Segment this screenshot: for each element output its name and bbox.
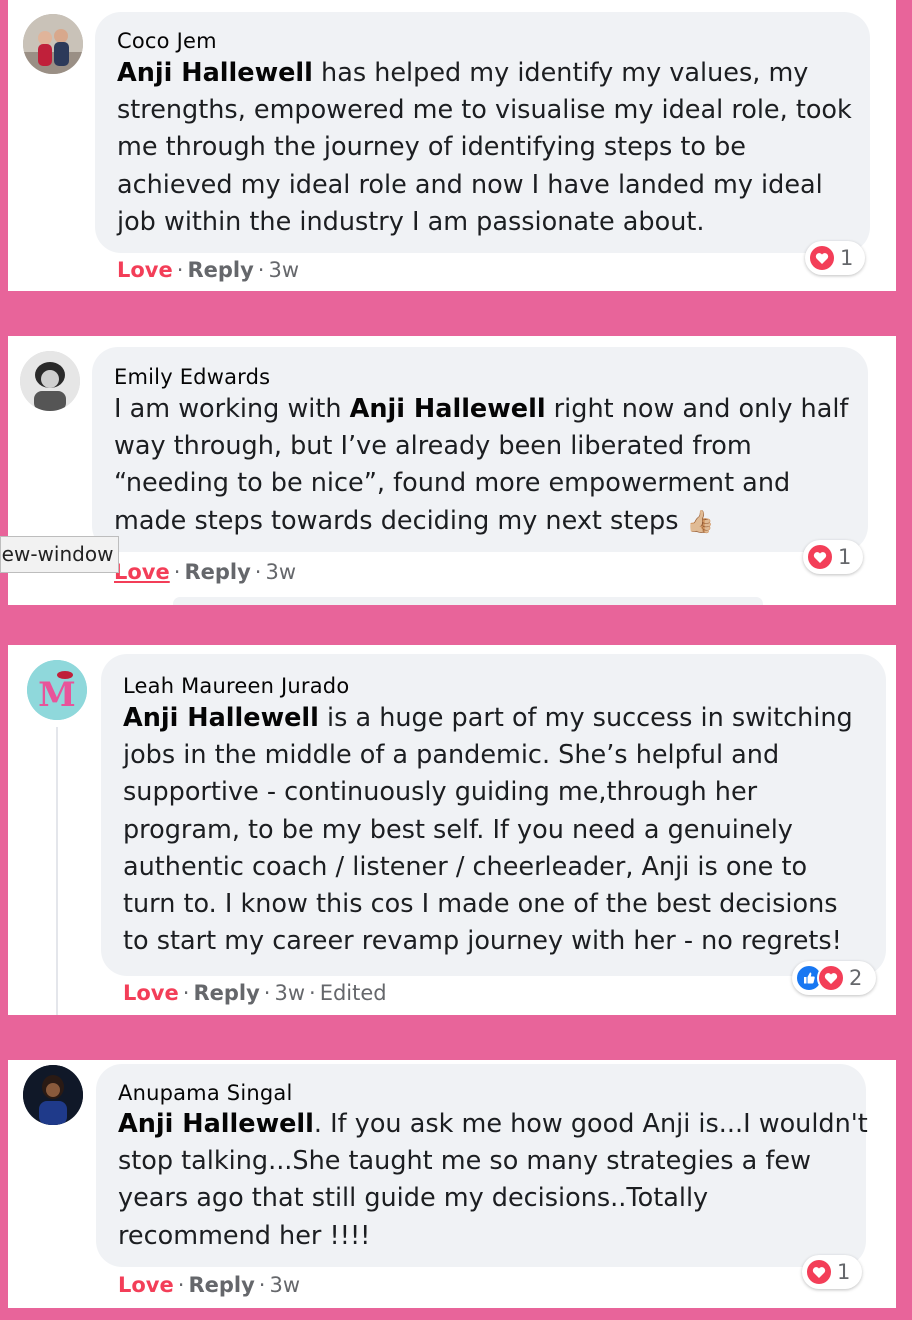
mention-link[interactable]: Anji Hallewell (350, 394, 546, 424)
avatar[interactable]: M (27, 660, 87, 720)
timestamp[interactable]: 3w (269, 1273, 300, 1297)
comment-author[interactable]: Leah Maureen Jurado (123, 674, 349, 698)
reaction-summary[interactable]: 1 (802, 1255, 862, 1289)
reaction-count: 2 (849, 966, 863, 990)
heart-icon (808, 244, 836, 272)
reaction-summary[interactable]: 2 (792, 961, 876, 995)
comment-text: Anji Hallewell has helped my identify my… (117, 58, 852, 237)
edited-label: Edited (319, 981, 387, 1005)
love-button[interactable]: Love (114, 560, 170, 584)
comment-actions: Love · Reply · 3w (114, 560, 297, 584)
comment-text: I am working with Anji Hallewell right n… (114, 394, 849, 536)
comment-author[interactable]: Coco Jem (117, 29, 217, 53)
reply-button[interactable]: Reply (184, 560, 250, 584)
comment-card: Coco Jem Anji Hallewell has helped my id… (8, 0, 896, 291)
reply-button[interactable]: Reply (193, 981, 259, 1005)
avatar[interactable] (20, 351, 80, 411)
comment-author[interactable]: Anupama Singal (118, 1081, 293, 1105)
comment-card: M Leah Maureen Jurado Anji Hallewell is … (8, 645, 896, 1015)
reply-button[interactable]: Reply (187, 258, 253, 282)
comment-text: Anji Hallewell is a huge part of my succ… (123, 703, 853, 957)
reaction-summary[interactable]: 1 (803, 540, 863, 574)
reaction-count: 1 (840, 246, 854, 270)
mention-link[interactable]: Anji Hallewell (118, 1109, 314, 1139)
comment-actions: Love · Reply · 3w · Edited (123, 981, 387, 1005)
reaction-summary[interactable]: 1 (805, 241, 865, 275)
comment-actions: Love · Reply · 3w (118, 1273, 301, 1297)
love-button[interactable]: Love (123, 981, 179, 1005)
reply-preview (173, 597, 763, 605)
timestamp[interactable]: 3w (274, 981, 305, 1005)
comment-card: Emily Edwards I am working with Anji Hal… (8, 336, 896, 605)
love-button[interactable]: Love (117, 258, 173, 282)
love-button[interactable]: Love (118, 1273, 174, 1297)
reply-button[interactable]: Reply (188, 1273, 254, 1297)
mention-link[interactable]: Anji Hallewell (123, 703, 319, 733)
timestamp[interactable]: 3w (268, 258, 299, 282)
reaction-count: 1 (837, 1260, 851, 1284)
comment-actions: Love · Reply · 3w (117, 258, 300, 282)
comment-card: Anupama Singal Anji Hallewell. If you as… (8, 1060, 896, 1308)
mention-link[interactable]: Anji Hallewell (117, 58, 313, 88)
heart-icon (806, 543, 834, 571)
thumbs-up-icon: 👍🏼 (686, 509, 714, 535)
comment-text: Anji Hallewell. If you ask me how good A… (118, 1109, 868, 1251)
thread-line (56, 727, 58, 1015)
avatar-letter: M (38, 675, 76, 715)
comment-author[interactable]: Emily Edwards (114, 365, 270, 389)
timestamp[interactable]: 3w (265, 560, 296, 584)
heart-icon (817, 964, 845, 992)
avatar[interactable] (23, 14, 83, 74)
heart-icon (805, 1258, 833, 1286)
link-tooltip: new-window (0, 536, 119, 573)
reaction-count: 1 (838, 545, 852, 569)
avatar[interactable] (23, 1065, 83, 1125)
